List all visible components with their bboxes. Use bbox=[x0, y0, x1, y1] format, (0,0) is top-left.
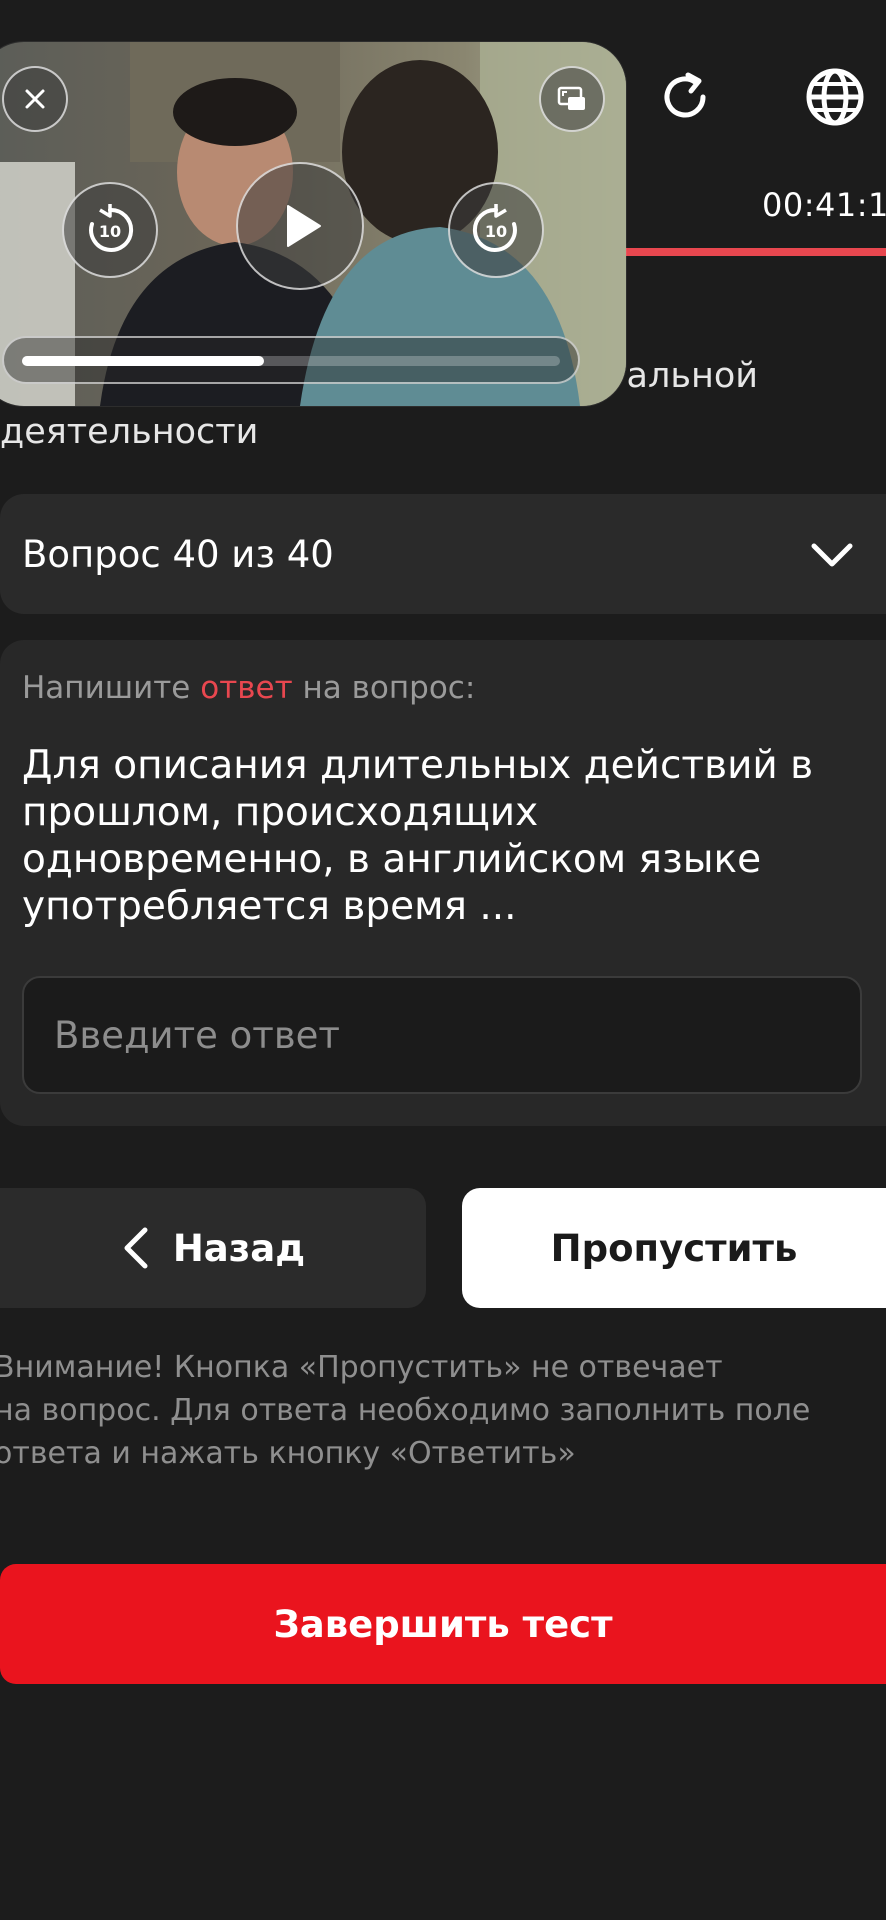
picture-in-picture-icon bbox=[557, 86, 585, 110]
skip-warning: Внимание! Кнопка «Пропустить» не отвечае… bbox=[0, 1346, 874, 1475]
back-button[interactable]: Назад bbox=[0, 1188, 426, 1308]
back-button-label: Назад bbox=[172, 1226, 306, 1270]
play-button[interactable] bbox=[236, 162, 364, 290]
chevron-left-icon bbox=[124, 1227, 148, 1269]
close-player-button[interactable] bbox=[2, 66, 68, 132]
globe-icon bbox=[806, 68, 864, 126]
skip-warning-line3: ответа и нажать кнопку «Ответить» bbox=[0, 1436, 576, 1471]
rewind-10-icon: 10 bbox=[89, 204, 134, 252]
forward-seconds: 10 bbox=[485, 222, 507, 241]
skip-warning-line2: на вопрос. Для ответа необходимо заполни… bbox=[0, 1393, 811, 1428]
reload-button[interactable] bbox=[650, 62, 720, 132]
skip-button-label: Пропустить bbox=[550, 1226, 798, 1270]
language-button[interactable] bbox=[800, 62, 870, 132]
skip-warning-line1: Внимание! Кнопка «Пропустить» не отвечае… bbox=[0, 1350, 723, 1385]
chevron-down-icon bbox=[811, 543, 853, 567]
rewind-button[interactable]: 10 bbox=[62, 182, 158, 278]
finish-test-button[interactable]: Завершить тест bbox=[0, 1564, 886, 1684]
rewind-seconds: 10 bbox=[99, 222, 121, 241]
question-prompt-accent: ответ bbox=[200, 670, 293, 706]
finish-test-label: Завершить тест bbox=[273, 1602, 613, 1646]
test-title-line2: деятельности bbox=[0, 412, 259, 452]
seek-bar[interactable] bbox=[2, 336, 580, 384]
timer-progress-fill bbox=[620, 248, 886, 256]
test-title-line1: альной bbox=[626, 356, 759, 396]
close-icon bbox=[25, 89, 45, 109]
seek-track bbox=[22, 356, 560, 366]
reload-icon bbox=[664, 72, 706, 118]
question-prompt: Напишите ответ на вопрос: bbox=[22, 670, 475, 706]
question-selector-label: Вопрос 40 из 40 bbox=[22, 532, 334, 576]
video-player[interactable]: 10 10 bbox=[0, 42, 626, 406]
question-selector[interactable]: Вопрос 40 из 40 bbox=[0, 494, 886, 614]
expand-player-button[interactable] bbox=[539, 66, 605, 132]
answer-input[interactable] bbox=[22, 976, 862, 1094]
play-icon bbox=[287, 205, 321, 247]
question-prompt-before: Напишите bbox=[22, 670, 201, 706]
question-card: Напишите ответ на вопрос: Для описания д… bbox=[0, 640, 886, 1126]
skip-button[interactable]: Пропустить bbox=[462, 1188, 886, 1308]
timer: 00:41:18 bbox=[762, 186, 886, 224]
forward-10-icon: 10 bbox=[472, 204, 517, 252]
question-text: Для описания длительных действий в прошл… bbox=[22, 743, 814, 929]
question-prompt-after: на вопрос: bbox=[292, 670, 476, 706]
forward-button[interactable]: 10 bbox=[448, 182, 544, 278]
seek-progress bbox=[22, 356, 265, 366]
